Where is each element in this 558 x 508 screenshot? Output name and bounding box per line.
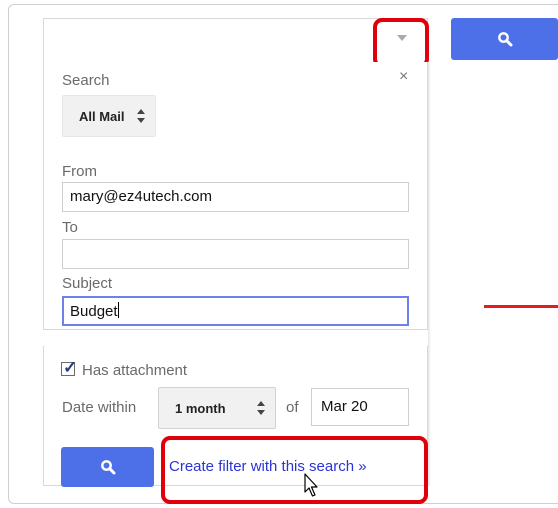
from-label: From [62, 163, 97, 180]
date-field[interactable]: Mar 20 [311, 388, 409, 426]
updown-icon [257, 401, 265, 415]
date-within-select[interactable]: 1 month [158, 387, 276, 429]
checkmark-icon: ✓ [63, 358, 78, 377]
updown-icon [137, 109, 145, 123]
scope-value: All Mail [79, 108, 125, 124]
create-filter-highlight [161, 436, 428, 504]
search-button[interactable] [451, 18, 558, 60]
date-within-value: 1 month [175, 400, 226, 416]
search-input[interactable] [43, 18, 428, 62]
advanced-search-button[interactable] [61, 447, 154, 487]
date-within-label: Date within [62, 399, 137, 416]
has-attachment-label: Has attachment [82, 362, 188, 379]
to-field[interactable] [62, 239, 409, 269]
search-icon [100, 460, 115, 475]
panel-shadow [428, 62, 431, 486]
dropdown-highlight [373, 18, 429, 68]
to-label: To [62, 219, 78, 236]
subject-value: Budget [70, 303, 118, 320]
has-attachment-checkbox[interactable]: ✓ [61, 358, 77, 377]
arrow-line [484, 305, 558, 308]
subject-field[interactable]: Budget [62, 296, 409, 326]
close-icon[interactable]: × [399, 68, 408, 86]
mouse-pointer-icon [304, 473, 318, 497]
of-label: of [286, 399, 299, 416]
from-field[interactable]: mary@ez4utech.com [62, 182, 409, 212]
text-caret [117, 302, 119, 318]
search-icon [497, 32, 512, 47]
search-label: Search [62, 72, 110, 89]
scope-select[interactable]: All Mail [62, 95, 156, 137]
subject-label: Subject [62, 275, 113, 292]
